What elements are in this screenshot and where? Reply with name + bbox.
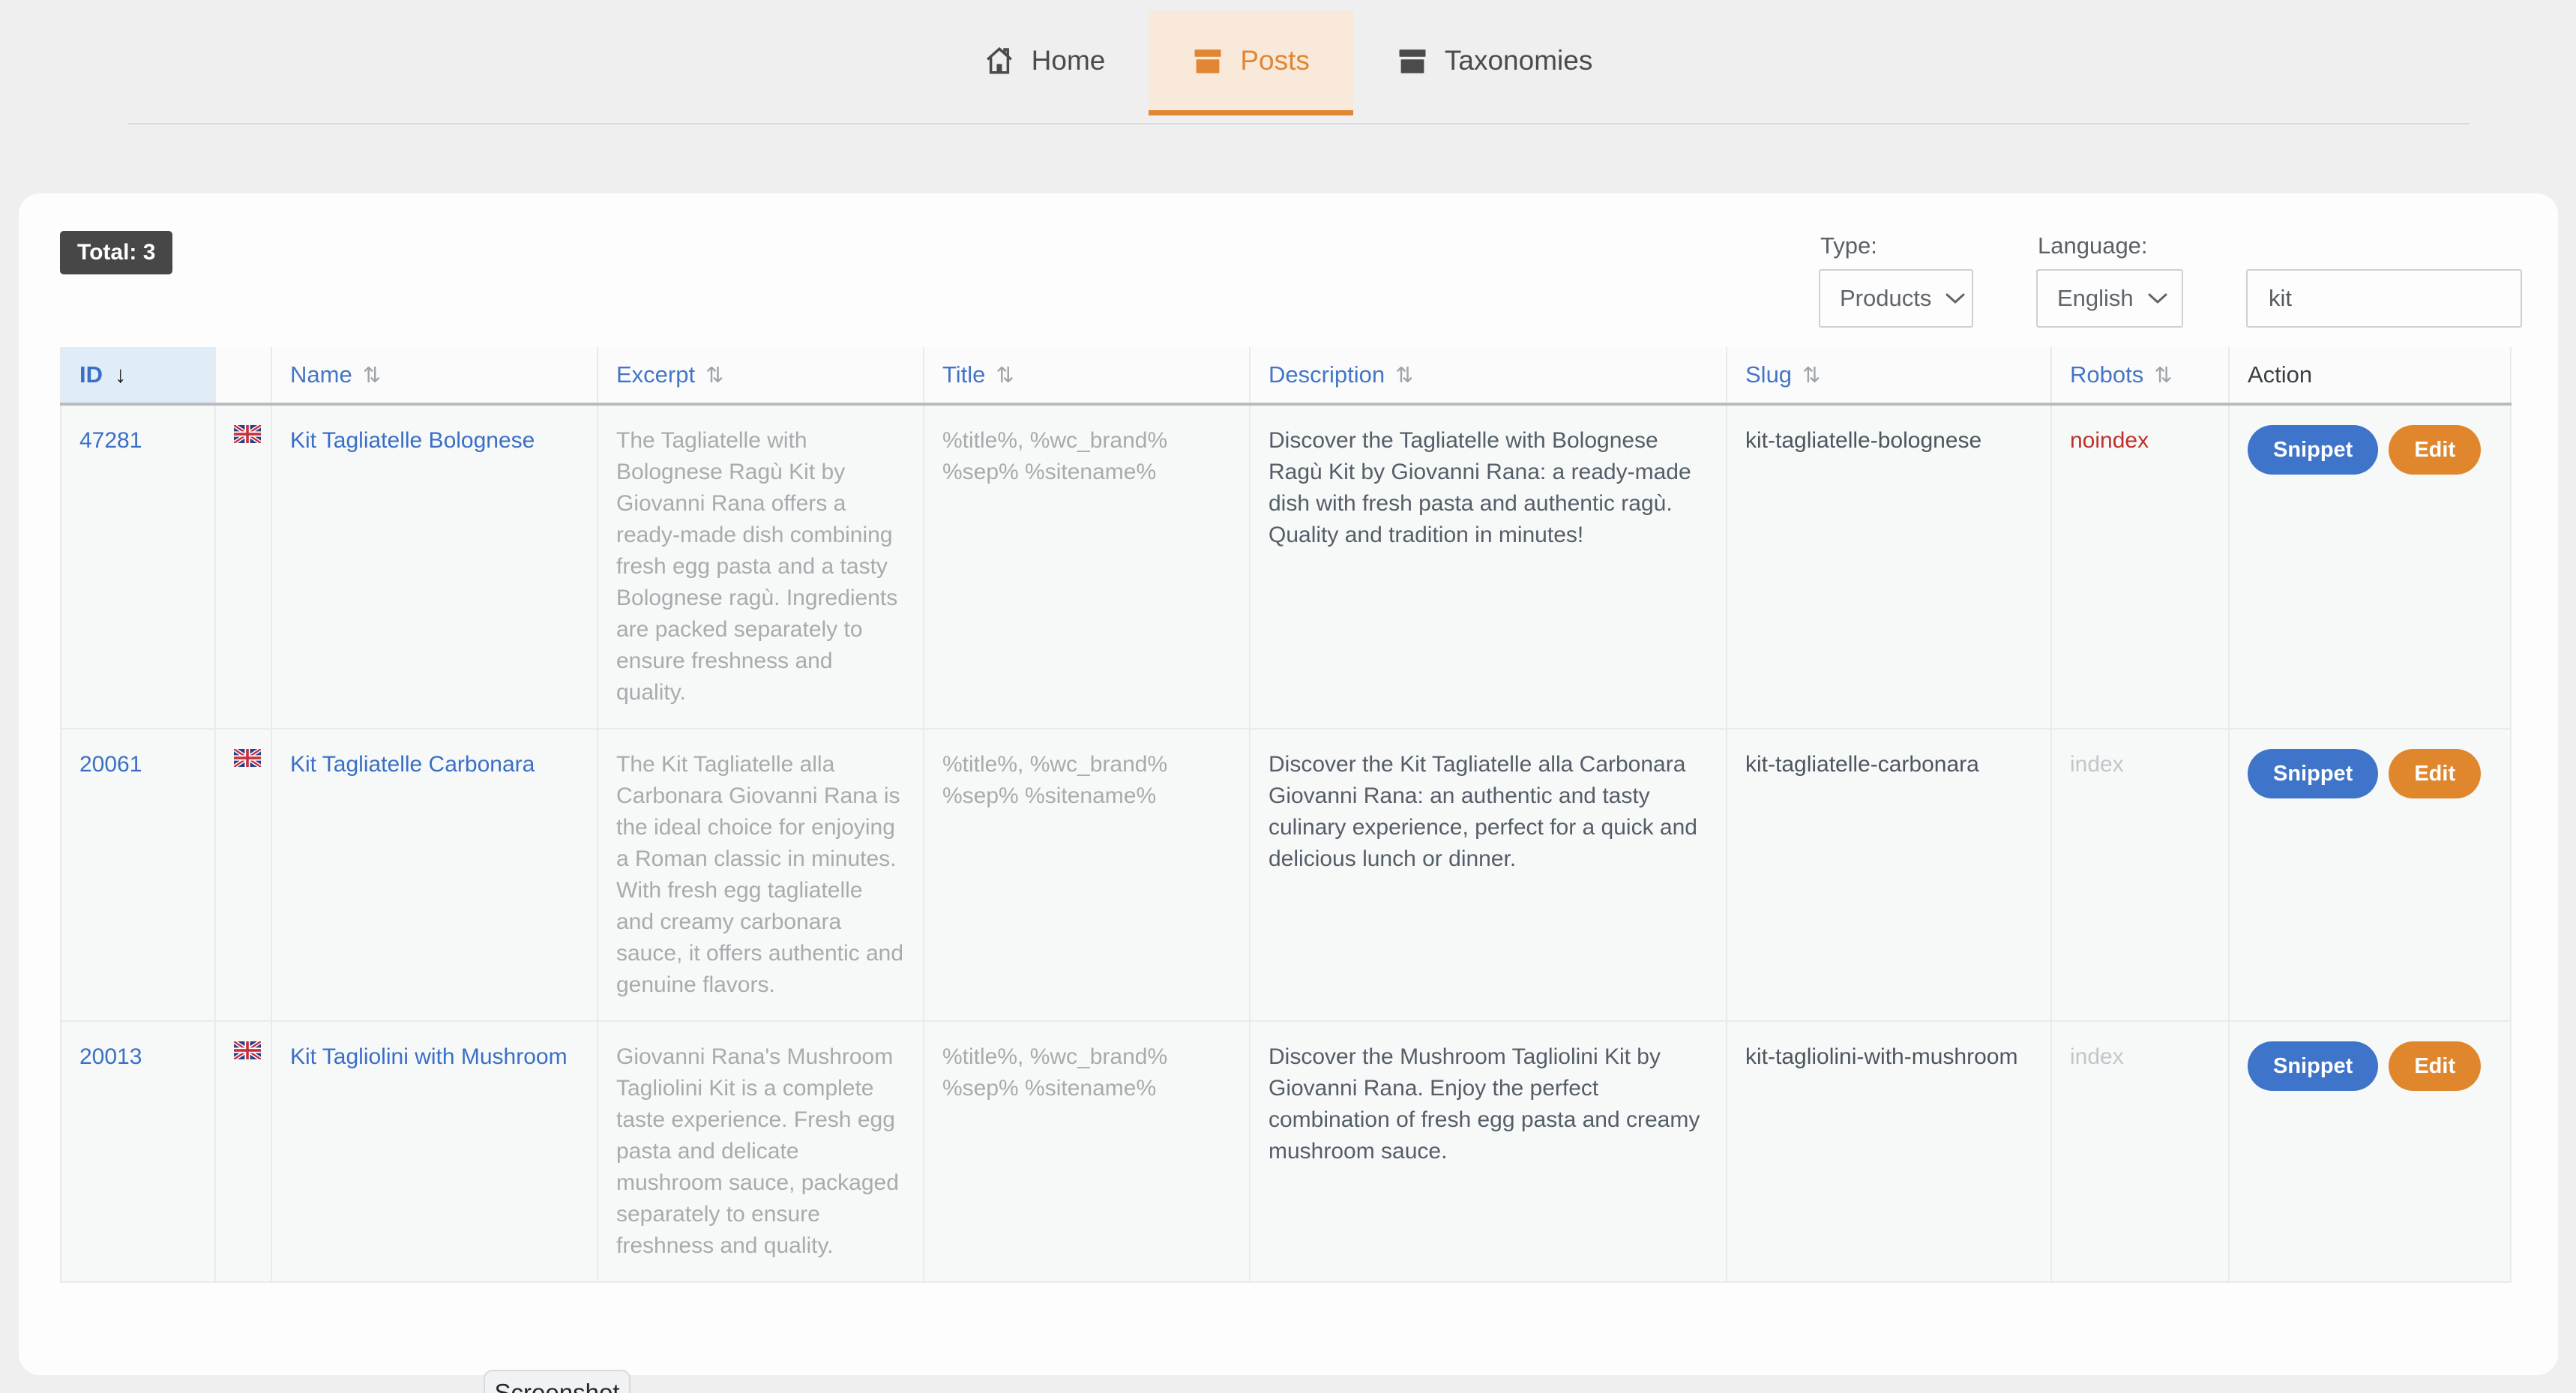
posts-table: ID↓ Name⇅ Excerpt⇅ Title⇅ Description⇅ S… [60, 347, 2512, 1283]
sort-desc-icon: ↓ [115, 361, 127, 388]
post-slug-cell: kit-tagliatelle-bolognese [1727, 404, 2051, 729]
snippet-button[interactable]: Snippet [2248, 749, 2378, 798]
sort-icon: ⇅ [996, 364, 1014, 388]
nav-tab-label: Taxonomies [1445, 45, 1592, 76]
language-select-value: English [2057, 285, 2134, 312]
post-action-cell: SnippetEdit [2229, 404, 2511, 729]
filters: Type: Products Language: English [1819, 231, 2522, 328]
post-name-link[interactable]: Kit Tagliatelle Carbonara [290, 752, 535, 777]
post-excerpt-cell: Giovanni Rana's Mushroom Tagliolini Kit … [598, 1021, 924, 1282]
column-header-description[interactable]: Description⇅ [1250, 347, 1727, 404]
post-name-cell: Kit Tagliatelle Carbonara [271, 729, 598, 1021]
column-header-id[interactable]: ID↓ [61, 347, 215, 404]
nav-divider [127, 123, 2469, 124]
sort-icon: ⇅ [363, 364, 381, 388]
nav-tab-posts[interactable]: Posts [1149, 10, 1353, 115]
top-navigation: Home Posts Taxonomies [0, 0, 2576, 115]
post-language-cell [215, 404, 271, 729]
post-id-link[interactable]: 20061 [79, 752, 142, 777]
post-id-cell: 47281 [61, 404, 215, 729]
uk-flag-icon [234, 1041, 253, 1059]
column-header-action: Action [2229, 347, 2511, 404]
post-robots-cell: index [2051, 729, 2229, 1021]
card-header: Total: 3 Type: Products Language: Englis… [19, 193, 2558, 328]
snippet-button[interactable]: Snippet [2248, 1041, 2378, 1091]
snippet-button[interactable]: Snippet [2248, 425, 2378, 475]
table-row: 20013 Kit Tagliolini [61, 1021, 2511, 1282]
column-header-title[interactable]: Title⇅ [924, 347, 1250, 404]
language-filter-group: Language: English [2036, 231, 2183, 328]
post-title-cell: %title%, %wc_brand% %sep% %sitename% [924, 404, 1250, 729]
sort-icon: ⇅ [2154, 364, 2172, 388]
post-id-cell: 20013 [61, 1021, 215, 1282]
post-title-cell: %title%, %wc_brand% %sep% %sitename% [924, 729, 1250, 1021]
post-description-cell: Discover the Kit Tagliatelle alla Carbon… [1250, 729, 1727, 1021]
posts-card: Total: 3 Type: Products Language: Englis… [19, 193, 2558, 1375]
post-name-link[interactable]: Kit Tagliatelle Bolognese [290, 428, 535, 453]
language-select[interactable]: English [2036, 269, 2183, 328]
post-description-cell: Discover the Tagliatelle with Bolognese … [1250, 404, 1727, 729]
post-excerpt-cell: The Kit Tagliatelle alla Carbonara Giova… [598, 729, 924, 1021]
post-name-cell: Kit Tagliatelle Bolognese [271, 404, 598, 729]
uk-flag-icon [234, 425, 253, 443]
post-robots-cell: noindex [2051, 404, 2229, 729]
post-id-link[interactable]: 20013 [79, 1044, 142, 1069]
edit-button[interactable]: Edit [2389, 425, 2481, 475]
column-header-excerpt[interactable]: Excerpt⇅ [598, 347, 924, 404]
post-name-cell: Kit Tagliolini with Mushroom [271, 1021, 598, 1282]
sort-icon: ⇅ [1395, 364, 1413, 388]
post-title-cell: %title%, %wc_brand% %sep% %sitename% [924, 1021, 1250, 1282]
edit-button[interactable]: Edit [2389, 749, 2481, 798]
nav-tab-label: Home [1032, 45, 1106, 76]
edit-button[interactable]: Edit [2389, 1041, 2481, 1091]
post-language-cell [215, 729, 271, 1021]
column-header-flag [215, 347, 271, 404]
table-header-row: ID↓ Name⇅ Excerpt⇅ Title⇅ Description⇅ S… [61, 347, 2511, 404]
type-select[interactable]: Products [1819, 269, 1973, 328]
column-header-slug[interactable]: Slug⇅ [1727, 347, 2051, 404]
post-action-cell: SnippetEdit [2229, 1021, 2511, 1282]
post-slug-cell: kit-tagliatelle-carbonara [1727, 729, 2051, 1021]
post-action-cell: SnippetEdit [2229, 729, 2511, 1021]
table-row: 47281 Kit Tagliatelle [61, 404, 2511, 729]
chevron-down-icon [2147, 292, 2168, 305]
uk-flag-icon [234, 749, 253, 767]
post-robots-cell: index [2051, 1021, 2229, 1282]
archive-box-icon [1192, 45, 1224, 76]
screenshot-button[interactable]: Screenshot [484, 1370, 631, 1393]
nav-tab-taxonomies[interactable]: Taxonomies [1353, 10, 1636, 115]
chevron-down-icon [1945, 292, 1966, 305]
archive-box-icon [1397, 45, 1428, 76]
home-icon [984, 45, 1015, 76]
table-row: 20061 Kit Tagliatelle [61, 729, 2511, 1021]
post-excerpt-cell: The Tagliatelle with Bolognese Ragù Kit … [598, 404, 924, 729]
type-filter-group: Type: Products [1819, 231, 1973, 328]
post-language-cell [215, 1021, 271, 1282]
post-id-link[interactable]: 47281 [79, 428, 142, 453]
sort-icon: ⇅ [705, 364, 723, 388]
search-filter-group [2246, 231, 2522, 328]
column-header-name[interactable]: Name⇅ [271, 347, 598, 404]
column-header-robots[interactable]: Robots⇅ [2051, 347, 2229, 404]
type-filter-label: Type: [1820, 234, 1973, 257]
post-name-link[interactable]: Kit Tagliolini with Mushroom [290, 1044, 568, 1069]
post-slug-cell: kit-tagliolini-with-mushroom [1727, 1021, 2051, 1282]
nav-tab-home[interactable]: Home [940, 10, 1149, 115]
nav-tab-label: Posts [1240, 45, 1310, 76]
sort-icon: ⇅ [1802, 364, 1820, 388]
total-count-badge: Total: 3 [60, 231, 172, 274]
post-description-cell: Discover the Mushroom Tagliolini Kit by … [1250, 1021, 1727, 1282]
search-input[interactable] [2246, 269, 2522, 328]
type-select-value: Products [1840, 285, 1931, 312]
language-filter-label: Language: [2038, 234, 2183, 257]
post-id-cell: 20061 [61, 729, 215, 1021]
